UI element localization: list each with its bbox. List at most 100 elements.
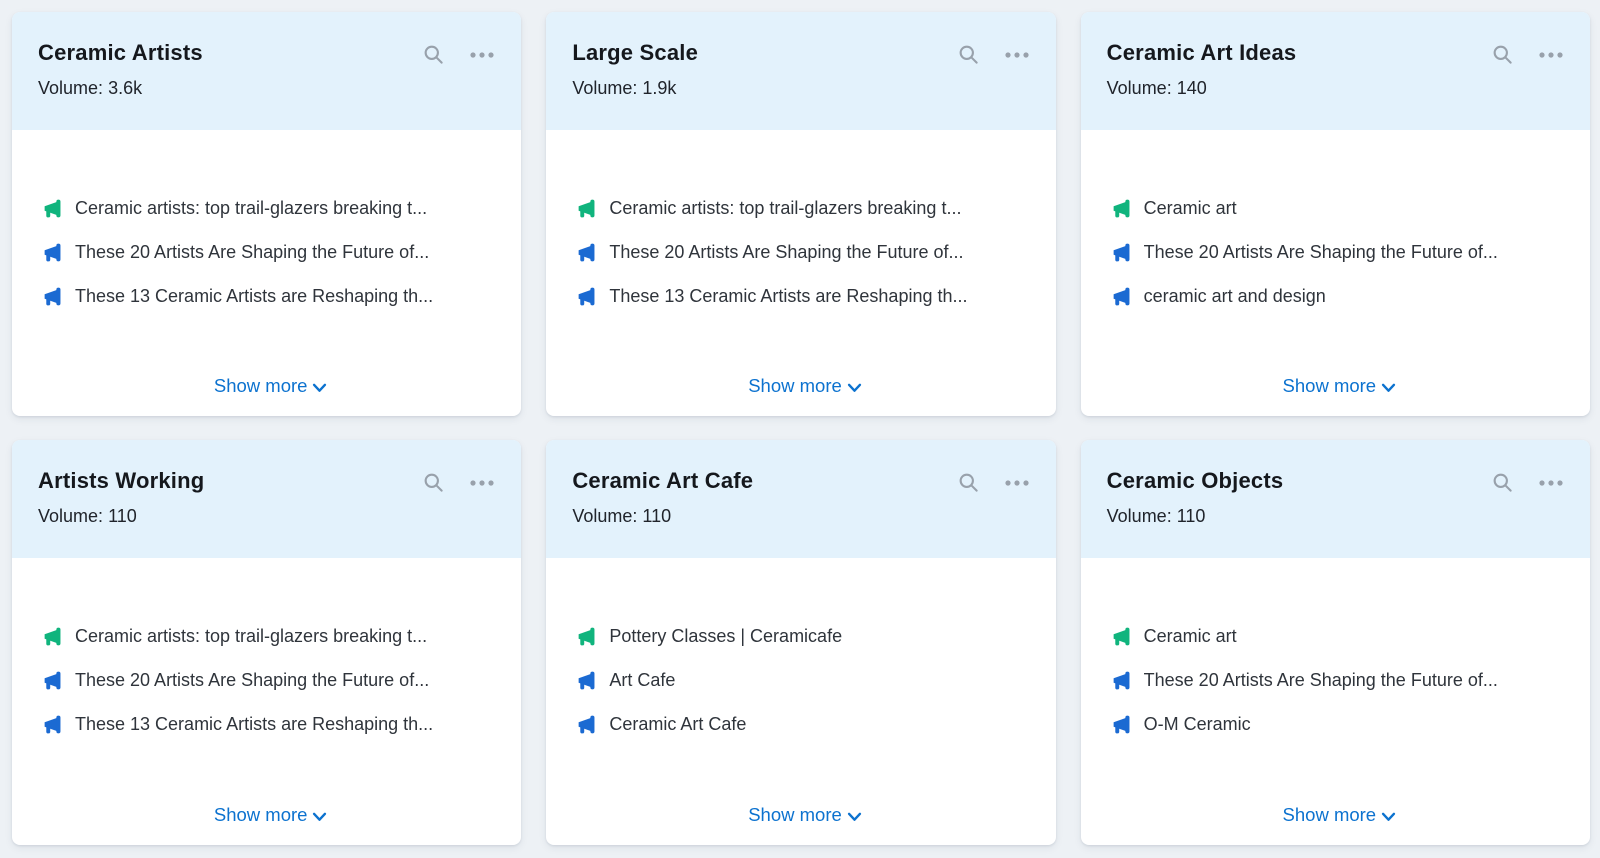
card-header: Artists Working Volume: 110 [12,440,522,558]
cluster-grid: Ceramic Artists Volume: 3.6k Ceramic art… [0,0,1600,858]
item-text: Ceramic art [1143,198,1237,218]
item-list: Ceramic artists: top trail-glazers break… [42,186,499,318]
card-header-actions [1491,471,1564,494]
item-text: These 20 Artists Are Shaping the Future … [1143,242,1498,262]
item-text: These 20 Artists Are Shaping the Future … [75,242,430,262]
more-options-button[interactable] [1004,479,1030,487]
search-button[interactable] [1491,43,1514,66]
megaphone-icon [42,714,63,735]
show-more-button[interactable]: Show more [1283,375,1397,397]
show-more-button[interactable]: Show more [748,375,862,397]
card-volume: Volume: 110 [38,506,495,527]
more-options-button[interactable] [469,51,495,59]
page-list-item: Ceramic art [1111,614,1568,658]
item-text: These 20 Artists Are Shaping the Future … [75,670,430,690]
more-options-button[interactable] [1004,51,1030,59]
item-text: These 13 Ceramic Artists are Reshaping t… [609,286,968,306]
megaphone-icon [42,198,63,219]
item-list: Ceramic art These 20 Artists Are Shaping… [1111,186,1568,318]
volume-value: 3.6k [108,78,143,98]
chevron-down-icon [1381,812,1396,822]
megaphone-icon [1111,242,1132,263]
card-header: Ceramic Objects Volume: 110 [1080,440,1590,558]
show-more-label: Show more [1282,804,1377,825]
ellipsis-icon [1004,479,1030,487]
card-body: Ceramic art These 20 Artists Are Shaping… [1081,558,1590,845]
search-icon [422,43,445,66]
card-body: Ceramic artists: top trail-glazers break… [12,130,521,416]
more-options-button[interactable] [1538,51,1564,59]
megaphone-icon [576,670,597,691]
card-header: Ceramic Art Ideas Volume: 140 [1080,12,1590,130]
card-header-actions [422,471,495,494]
megaphone-icon [42,670,63,691]
topic-card: Artists Working Volume: 110 Ceramic arti… [12,440,522,845]
search-button[interactable] [422,43,445,66]
page-list-item: O-M Ceramic [1111,702,1568,746]
card-header-actions [422,43,495,66]
show-more-button[interactable]: Show more [214,804,328,826]
item-list: Ceramic artists: top trail-glazers break… [42,614,499,746]
card-header-actions [957,43,1030,66]
item-text: O-M Ceramic [1143,714,1251,734]
topic-card: Large Scale Volume: 1.9k Ceramic artists… [546,12,1056,416]
ellipsis-icon [1538,479,1564,487]
page-list-item: These 20 Artists Are Shaping the Future … [42,230,499,274]
item-text: These 20 Artists Are Shaping the Future … [609,242,964,262]
item-text: These 20 Artists Are Shaping the Future … [1143,670,1498,690]
item-text: Pottery Classes | Ceramicafe [609,626,843,646]
show-more-button[interactable]: Show more [214,375,328,397]
volume-value: 1.9k [642,78,677,98]
card-volume: Volume: 3.6k [38,78,495,99]
item-text: Art Cafe [609,670,676,690]
card-volume: Volume: 1.9k [572,78,1029,99]
search-button[interactable] [1491,471,1514,494]
item-text: Ceramic Art Cafe [609,714,747,734]
ellipsis-icon [469,479,495,487]
page-list-item: Ceramic artists: top trail-glazers break… [576,186,1033,230]
page-list-item: These 20 Artists Are Shaping the Future … [576,230,1033,274]
search-icon [1491,43,1514,66]
topic-card: Ceramic Art Ideas Volume: 140 Ceramic ar… [1080,12,1590,416]
ellipsis-icon [1004,51,1030,59]
item-text: These 13 Ceramic Artists are Reshaping t… [75,286,434,306]
volume-value: 110 [642,506,672,526]
megaphone-icon [1111,714,1132,735]
search-button[interactable] [422,471,445,494]
volume-label: Volume: [572,78,638,98]
chevron-down-icon [1381,383,1396,393]
show-more-label: Show more [748,375,842,396]
card-volume: Volume: 110 [572,506,1029,527]
ellipsis-icon [469,51,495,59]
page-list-item: Ceramic Art Cafe [576,702,1033,746]
search-button[interactable] [957,471,980,494]
megaphone-icon [576,626,597,647]
volume-value: 110 [1176,506,1206,526]
volume-label: Volume: [38,78,104,98]
ellipsis-icon [1538,51,1564,59]
megaphone-icon [576,198,597,219]
topic-card: Ceramic Objects Volume: 110 Ceramic art … [1080,440,1590,845]
volume-label: Volume: [1106,78,1172,98]
show-more-label: Show more [213,375,308,396]
item-text: Ceramic art [1143,626,1237,646]
show-more-button[interactable]: Show more [748,804,862,826]
megaphone-icon [1111,670,1132,691]
item-list: Pottery Classes | Ceramicafe Art Cafe Ce… [576,614,1033,746]
page-list-item: These 20 Artists Are Shaping the Future … [42,658,499,702]
topic-card: Ceramic Art Cafe Volume: 110 Pottery Cla… [546,440,1056,845]
chevron-down-icon [312,812,327,822]
chevron-down-icon [847,383,862,393]
search-button[interactable] [957,43,980,66]
megaphone-icon [42,242,63,263]
volume-label: Volume: [1106,506,1172,526]
page-list-item: Ceramic art [1111,186,1568,230]
more-options-button[interactable] [1538,479,1564,487]
megaphone-icon [1111,626,1132,647]
item-list: Ceramic art These 20 Artists Are Shaping… [1111,614,1568,746]
item-text: Ceramic artists: top trail-glazers break… [75,198,428,218]
page-list-item: These 13 Ceramic Artists are Reshaping t… [42,274,499,318]
page-list-item: These 20 Artists Are Shaping the Future … [1111,230,1568,274]
show-more-button[interactable]: Show more [1283,804,1397,826]
more-options-button[interactable] [469,479,495,487]
